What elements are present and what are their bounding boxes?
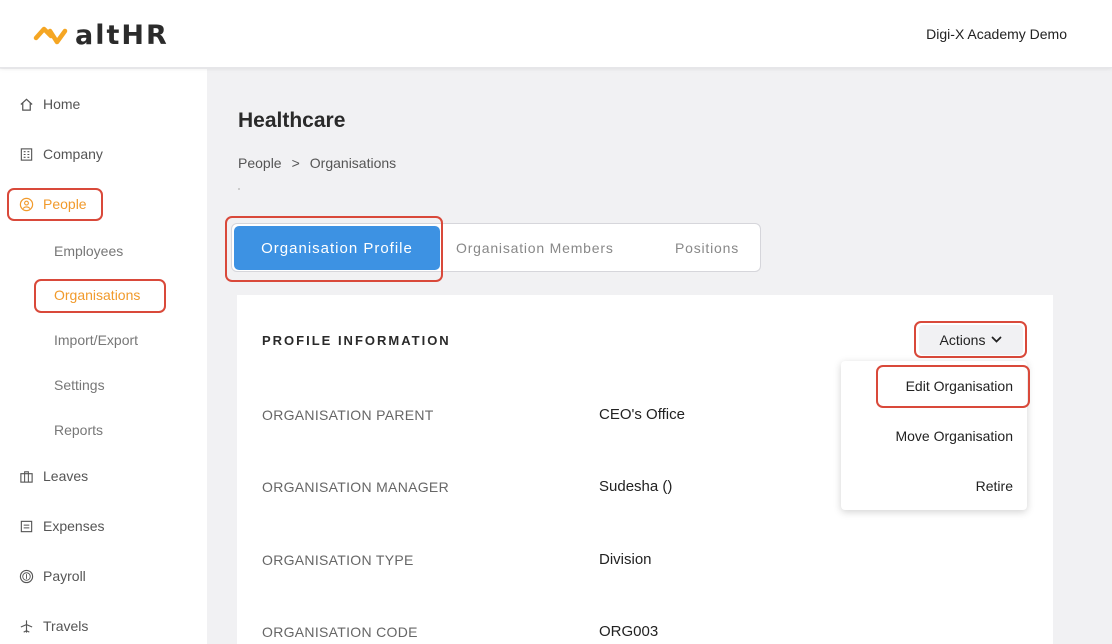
receipt-icon — [18, 518, 34, 534]
sidebar-item-expenses[interactable]: Expenses — [18, 518, 104, 534]
highlight-organisation-profile — [225, 216, 443, 282]
briefcase-icon — [18, 468, 34, 484]
menu-item-retire[interactable]: Retire — [976, 478, 1013, 494]
sidebar-sub-settings[interactable]: Settings — [54, 377, 105, 393]
row-label-manager: ORGANISATION MANAGER — [262, 479, 449, 495]
section-title: PROFILE INFORMATION — [262, 333, 451, 348]
row-value-parent: CEO's Office — [599, 406, 685, 423]
top-bar: altHR Digi-X Academy Demo — [0, 0, 1112, 68]
row-value-code: ORG003 — [599, 623, 659, 640]
sidebar-item-company[interactable]: Company — [18, 146, 103, 162]
logo[interactable]: altHR — [33, 20, 169, 51]
sidebar-item-label: Home — [43, 96, 81, 112]
logo-mark-icon — [33, 26, 68, 44]
dollar-circle-icon — [18, 568, 34, 584]
sidebar-item-label: Expenses — [43, 518, 105, 534]
home-icon — [18, 96, 34, 112]
sidebar-item-payroll[interactable]: Payroll — [18, 568, 86, 584]
row-value-manager: Sudesha () — [599, 478, 673, 495]
breadcrumb-separator: > — [291, 155, 300, 171]
row-value-type: Division — [599, 551, 652, 568]
menu-item-move-organisation[interactable]: Move Organisation — [895, 428, 1013, 444]
sidebar-sub-import-export[interactable]: Import/Export — [54, 332, 138, 348]
company-name[interactable]: Digi-X Academy Demo — [926, 26, 1067, 42]
highlight-edit-organisation — [876, 365, 1030, 408]
page-title: Healthcare — [238, 109, 346, 132]
divider-dot — [238, 188, 240, 190]
highlight-people — [7, 188, 103, 221]
sidebar-sub-employees[interactable]: Employees — [54, 243, 123, 259]
row-label-code: ORGANISATION CODE — [262, 624, 418, 640]
sidebar-item-label: Leaves — [43, 468, 89, 484]
highlight-organisations — [34, 279, 166, 313]
sidebar-item-label: Travels — [43, 618, 89, 634]
building-icon — [18, 146, 34, 162]
airplane-icon — [18, 618, 34, 634]
breadcrumb-organisations: Organisations — [309, 155, 397, 171]
breadcrumb: People > Organisations — [238, 155, 396, 171]
breadcrumb-people[interactable]: People — [238, 155, 282, 171]
highlight-actions — [914, 321, 1027, 358]
sidebar-item-travels[interactable]: Travels — [18, 618, 88, 634]
tab-organisation-members[interactable]: Organisation Members — [456, 240, 614, 256]
tab-positions[interactable]: Positions — [675, 240, 739, 256]
sidebar-item-label: Company — [43, 146, 103, 162]
sidebar-item-label: Payroll — [43, 568, 86, 584]
sidebar-item-home[interactable]: Home — [18, 96, 80, 112]
logo-text: altHR — [75, 20, 169, 51]
row-label-type: ORGANISATION TYPE — [262, 552, 414, 568]
row-label-parent: ORGANISATION PARENT — [262, 407, 434, 423]
sidebar-item-leaves[interactable]: Leaves — [18, 468, 88, 484]
sidebar-sub-reports[interactable]: Reports — [54, 422, 103, 438]
